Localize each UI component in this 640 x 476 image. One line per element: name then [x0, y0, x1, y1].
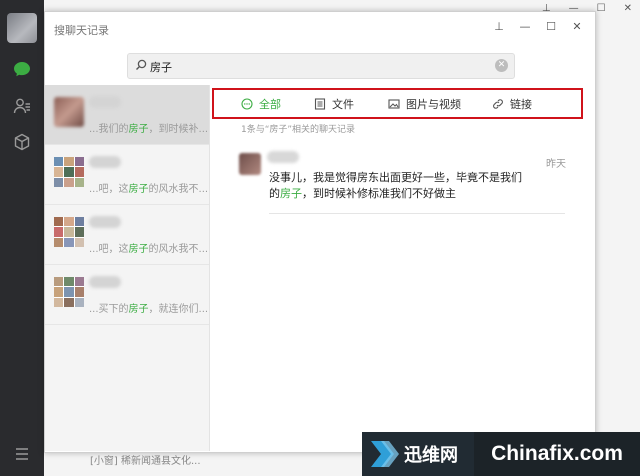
result-list: ...我们的房子，到时候补... ...吧，这房子的风水我不... ...吧，这… — [45, 85, 210, 451]
tab-file[interactable]: 文件 — [314, 96, 354, 112]
contact-name — [89, 96, 121, 108]
message-divider — [269, 213, 565, 214]
search-input[interactable]: 房子 ✕ — [127, 53, 515, 79]
search-icon — [136, 59, 147, 70]
tab-all-label: 全部 — [259, 98, 281, 111]
contacts-icon[interactable] — [11, 95, 33, 117]
message-line: 的房子，到时候补修标准我们不好做主 — [269, 187, 456, 200]
tab-all[interactable]: 全部 — [241, 96, 281, 112]
watermark-badge: 迅维网 — [362, 432, 474, 476]
dialog-title: 搜聊天记录 — [54, 24, 109, 37]
group-name — [89, 216, 121, 228]
tab-image-video[interactable]: 图片与视频 — [388, 96, 461, 112]
background-chat-snippet: [小窗] 稀新闻通县文化... — [90, 456, 201, 467]
maximize-button[interactable]: ☐ — [597, 3, 606, 14]
tab-link[interactable]: 链接 — [492, 96, 532, 112]
group-avatar — [54, 277, 84, 307]
close-button[interactable]: ✕ — [624, 3, 632, 14]
group-name — [89, 276, 121, 288]
watermark-en: Chinafix.com — [474, 432, 640, 476]
result-snippet: ...买下的房子，就连你们... — [89, 304, 207, 315]
message-time: 昨天 — [546, 159, 566, 170]
dialog-close-button[interactable]: ✕ — [565, 17, 589, 35]
result-item[interactable]: ...我们的房子，到时候补... — [45, 85, 209, 145]
chinafix-logo-icon — [371, 441, 399, 467]
chat-bubble-icon — [241, 98, 253, 110]
message-text[interactable]: 没事儿，我是觉得房东出面更好一些，毕竟不是我们 的房子，到时候补修标准我们不好做… — [269, 170, 545, 202]
result-snippet: ...吧，这房子的风水我不... — [89, 244, 207, 255]
message-line: 没事儿，我是觉得房东出面更好一些，毕竟不是我们 — [269, 171, 522, 184]
sender-avatar — [239, 153, 261, 175]
favorites-icon[interactable] — [11, 131, 33, 153]
sender-name — [267, 151, 299, 163]
result-count: 1条与“房子”相关的聊天记录 — [241, 125, 356, 135]
dialog-maximize-button[interactable]: ☐ — [539, 17, 563, 35]
user-avatar[interactable] — [7, 13, 37, 43]
watermark-cn: 迅维网 — [404, 445, 458, 466]
dialog-pin-button[interactable]: ⊥ — [487, 17, 511, 35]
tab-image-video-label: 图片与视频 — [406, 98, 461, 111]
clear-search-icon[interactable]: ✕ — [495, 59, 508, 72]
group-avatar — [54, 157, 84, 187]
result-snippet: ...吧，这房子的风水我不... — [89, 184, 207, 195]
result-item[interactable]: ...买下的房子，就连你们... — [45, 265, 209, 325]
chat-icon[interactable] — [11, 58, 33, 80]
filter-tabs: 全部 文件 图片与视频 链接 — [212, 88, 583, 119]
group-avatar — [54, 217, 84, 247]
menu-icon[interactable] — [11, 443, 33, 465]
tab-file-label: 文件 — [332, 98, 354, 111]
dialog-controls: ⊥ — ☐ ✕ — [487, 17, 589, 35]
watermark: 迅维网 Chinafix.com — [362, 432, 640, 476]
tab-link-label: 链接 — [510, 98, 532, 111]
dialog-minimize-button[interactable]: — — [513, 17, 537, 35]
search-history-dialog: 搜聊天记录 ⊥ — ☐ ✕ 房子 ✕ ...我们的房子，到时候补... ...吧… — [44, 11, 596, 453]
group-name — [89, 156, 121, 168]
document-icon — [314, 98, 326, 110]
result-snippet: ...我们的房子，到时候补... — [89, 124, 207, 135]
image-icon — [388, 99, 400, 109]
search-value: 房子 — [150, 61, 172, 74]
result-item[interactable]: ...吧，这房子的风水我不... — [45, 205, 209, 265]
sidebar-rail — [0, 0, 44, 476]
result-item[interactable]: ...吧，这房子的风水我不... — [45, 145, 209, 205]
link-icon — [493, 99, 503, 109]
contact-avatar — [54, 97, 84, 127]
